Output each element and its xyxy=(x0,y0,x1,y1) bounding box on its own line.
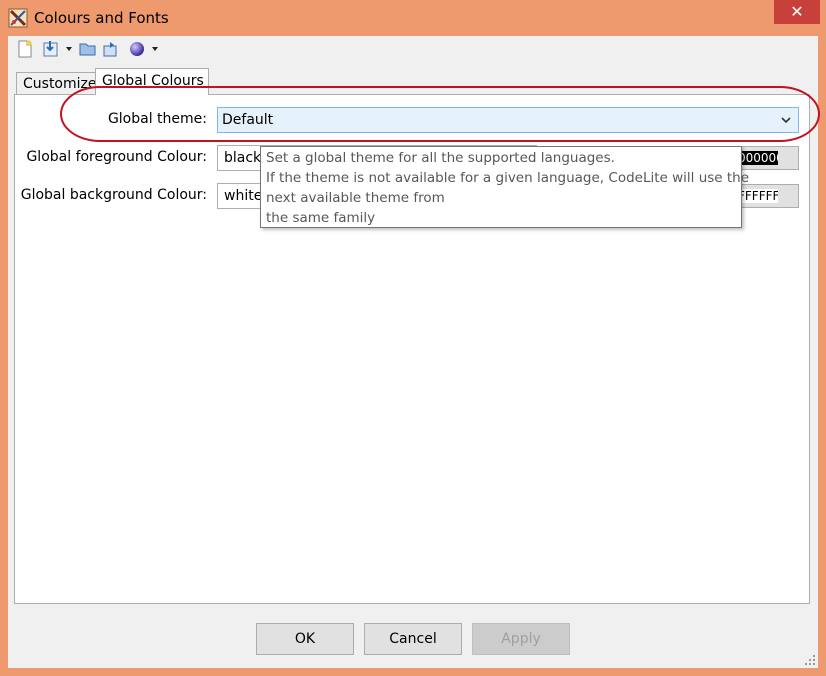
open-folder-icon[interactable] xyxy=(79,40,97,58)
global-theme-value: Default xyxy=(222,112,274,128)
apply-button[interactable]: Apply xyxy=(472,623,570,655)
tooltip-line: If the theme is not available for a give… xyxy=(266,170,750,186)
global-theme-tooltip: Set a global theme for all the supported… xyxy=(260,146,750,228)
foreground-colour-swatch: 000000 xyxy=(738,151,778,165)
theme-sphere-icon[interactable] xyxy=(128,40,146,58)
dialog-client-area: Customize Global Colours Global theme: D… xyxy=(8,36,818,668)
tab-bar: Customize Global Colours xyxy=(8,68,818,96)
chevron-down-icon xyxy=(781,117,791,124)
background-colour-swatch: FFFFFF xyxy=(738,189,778,203)
export-icon[interactable] xyxy=(102,40,120,58)
resize-grip-icon[interactable] xyxy=(804,654,816,666)
tooltip-line: next available theme from xyxy=(266,190,445,206)
cancel-button[interactable]: Cancel xyxy=(364,623,462,655)
background-colour-picker[interactable]: FFFFFF xyxy=(737,184,799,208)
foreground-colour-picker[interactable]: 000000 xyxy=(737,146,799,170)
import-dropdown-arrow[interactable] xyxy=(66,47,72,51)
close-button[interactable]: ✕ xyxy=(774,0,820,24)
toolbar xyxy=(8,36,818,62)
global-background-value: white xyxy=(224,188,263,204)
new-file-icon[interactable] xyxy=(16,40,34,58)
theme-dropdown-arrow[interactable] xyxy=(152,47,158,51)
tab-customize[interactable]: Customize xyxy=(16,72,97,94)
tooltip-line: the same family xyxy=(266,210,376,226)
ok-button[interactable]: OK xyxy=(256,623,354,655)
title-bar: Colours and Fonts ✕ xyxy=(0,0,826,36)
global-foreground-label: Global foreground Colour: xyxy=(26,149,207,165)
import-icon[interactable] xyxy=(42,40,60,58)
dialog-window: Colours and Fonts ✕ Customize Global Col… xyxy=(0,0,826,676)
global-background-label: Global background Colour: xyxy=(20,187,207,203)
global-theme-select[interactable]: Default xyxy=(217,107,799,133)
tab-global-colours[interactable]: Global Colours xyxy=(95,68,209,95)
global-foreground-value: black xyxy=(224,150,262,166)
global-theme-label: Global theme: xyxy=(107,111,207,127)
window-title: Colours and Fonts xyxy=(34,9,169,27)
tooltip-line: Set a global theme for all the supported… xyxy=(266,150,615,166)
codelite-app-icon xyxy=(8,8,28,28)
